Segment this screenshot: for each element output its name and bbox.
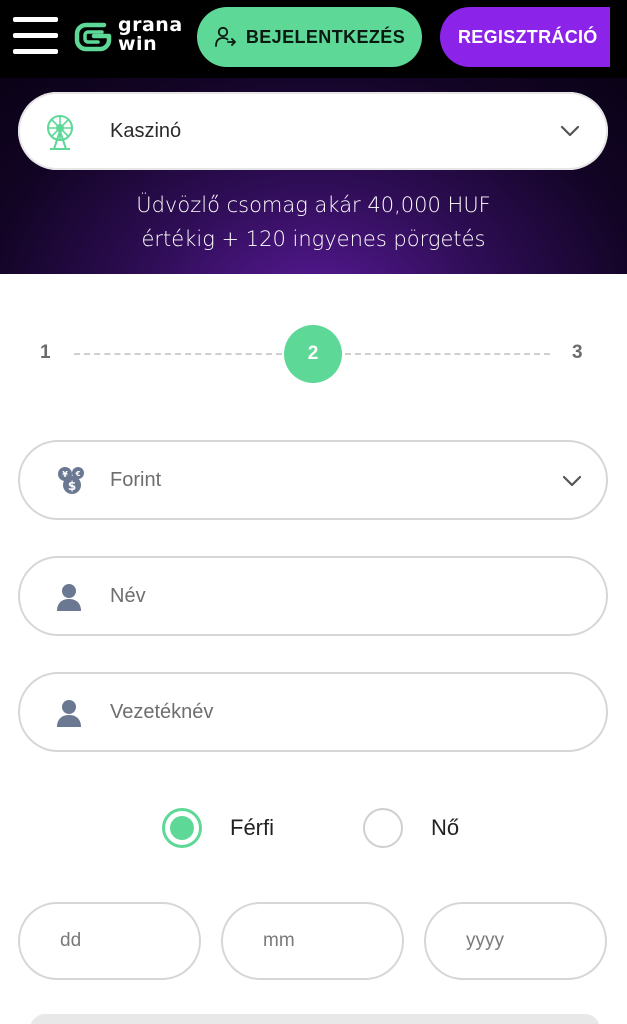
svg-text:$: $ xyxy=(68,479,76,493)
menu-icon-bar xyxy=(13,33,58,38)
dob-day-field[interactable]: dd xyxy=(18,902,201,980)
last-name-field[interactable]: Vezetéknév xyxy=(18,672,608,752)
currency-exchange-icon: $ ¥ € xyxy=(58,467,84,494)
dob-day-placeholder: dd xyxy=(60,930,82,951)
dob-year-field[interactable]: yyyy xyxy=(424,902,607,980)
step-connector xyxy=(74,353,282,355)
promo-line-1: Üdvözlő csomag akár 40,000 HUF xyxy=(136,193,491,217)
registration-stepper: 1 2 3 xyxy=(0,322,627,383)
gender-male-label: Férfi xyxy=(230,815,274,840)
svg-text:¥: ¥ xyxy=(62,470,68,479)
gender-option-female[interactable]: Nő xyxy=(363,806,459,850)
svg-text:€: € xyxy=(75,470,81,478)
step-2-active: 2 xyxy=(284,325,342,383)
user-login-icon xyxy=(214,26,236,47)
promo-line-2: értékig + 120 ingyenes pörgetés xyxy=(141,227,486,251)
radio-male[interactable] xyxy=(162,808,202,848)
user-icon xyxy=(57,584,81,611)
promo-text: Üdvözlő csomag akár 40,000 HUF értékig +… xyxy=(0,188,627,256)
first-name-field[interactable]: Név xyxy=(18,556,608,636)
logo-mark-icon xyxy=(74,22,112,52)
chevron-down-icon xyxy=(562,475,582,487)
currency-select-value: Forint xyxy=(110,469,162,491)
logo-text-line2: win xyxy=(118,33,158,55)
step-3: 3 xyxy=(572,342,583,363)
category-select-value: Kaszinó xyxy=(110,120,182,142)
logo-text: grana win xyxy=(118,16,183,54)
ferris-wheel-icon xyxy=(47,115,73,150)
menu-icon-bar xyxy=(13,17,58,22)
category-select[interactable]: Kaszinó xyxy=(18,92,608,170)
chevron-down-icon xyxy=(560,125,580,137)
login-button[interactable]: BEJELENTKEZÉS xyxy=(197,7,422,67)
dob-month-placeholder: mm xyxy=(263,930,295,951)
last-name-placeholder: Vezetéknév xyxy=(110,701,214,723)
first-name-placeholder: Név xyxy=(110,585,146,607)
menu-icon[interactable] xyxy=(13,17,59,55)
step-connector xyxy=(345,353,550,355)
hero-banner: Kaszinó Üdvözlő csomag akár 40,000 HUF é… xyxy=(0,78,627,274)
register-button-label: REGISZTRÁCIÓ xyxy=(458,26,598,47)
register-button[interactable]: REGISZTRÁCIÓ xyxy=(440,7,627,67)
user-icon xyxy=(57,700,81,727)
gender-option-male[interactable]: Férfi xyxy=(162,806,274,850)
register-edge-clip xyxy=(610,7,627,67)
currency-select[interactable]: $ ¥ € Forint xyxy=(18,440,608,520)
top-bar: grana win BEJELENTKEZÉS REGISZTRÁCIÓ xyxy=(0,0,627,78)
dob-month-field[interactable]: mm xyxy=(221,902,404,980)
login-button-label: BEJELENTKEZÉS xyxy=(245,26,406,47)
radio-female[interactable] xyxy=(363,808,403,848)
dob-year-placeholder: yyyy xyxy=(466,930,504,951)
menu-icon-bar xyxy=(13,49,58,54)
logo[interactable]: grana win xyxy=(74,16,199,56)
next-field-partial xyxy=(30,1014,600,1024)
gender-female-label: Nő xyxy=(431,815,460,840)
step-1: 1 xyxy=(40,342,51,363)
